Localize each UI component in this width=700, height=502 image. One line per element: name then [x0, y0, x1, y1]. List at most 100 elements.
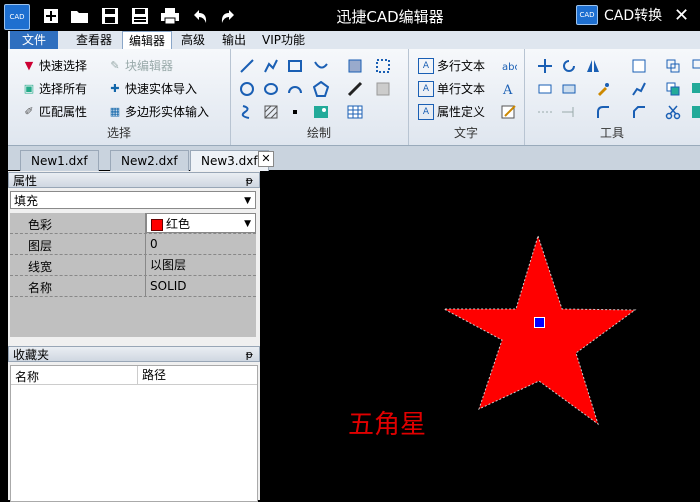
table-icon[interactable]: [346, 103, 364, 121]
property-row-name[interactable]: 名称 SOLID: [10, 276, 256, 297]
spline-icon[interactable]: [312, 57, 330, 75]
select-group-label: 选择: [106, 126, 131, 140]
property-key: 色彩: [28, 218, 53, 232]
property-key: 图层: [28, 239, 53, 253]
text-edit-icon[interactable]: A: [500, 80, 518, 98]
arc-icon[interactable]: [286, 80, 304, 98]
polyline-icon[interactable]: [262, 57, 280, 75]
chevron-down-icon: ▼: [244, 196, 251, 206]
property-row-layer[interactable]: 图层 0: [10, 234, 256, 255]
pen-icon[interactable]: [346, 80, 364, 98]
chamfer-icon[interactable]: [630, 103, 648, 121]
doc-tab-new2[interactable]: New2.dxf: [110, 150, 189, 171]
five-pointed-star[interactable]: [443, 234, 637, 426]
match-properties-button[interactable]: ✐ 匹配属性: [22, 103, 87, 121]
favorites-table-header: 名称 路径: [11, 366, 257, 385]
mtext-icon: A: [418, 58, 434, 74]
menu-bar: 文件 查看器 编辑器 高级 输出 VIP功能: [0, 31, 700, 49]
paste-icon[interactable]: [688, 103, 700, 121]
quick-entity-import-button[interactable]: ✚ 快速实体导入: [108, 80, 197, 98]
pin-icon[interactable]: ᵽ: [246, 347, 253, 363]
select-all-button[interactable]: ▣ 选择所有: [22, 80, 87, 98]
single-line-text-button[interactable]: A 单行文本: [418, 80, 485, 98]
attribute-definition-label: 属性定义: [437, 105, 486, 119]
block-editor-button[interactable]: ✎ 块编辑器: [108, 57, 173, 75]
ellipse-icon[interactable]: [262, 80, 280, 98]
svg-text:abc: abc: [502, 62, 517, 73]
layer-icon[interactable]: [630, 57, 648, 75]
tab-advanced[interactable]: 高级: [175, 31, 211, 49]
fillet-icon[interactable]: [594, 103, 612, 121]
tab-vip[interactable]: VIP功能: [256, 31, 311, 49]
tab-file[interactable]: 文件: [10, 31, 59, 49]
hatch-icon[interactable]: [262, 103, 280, 121]
favorites-table: 名称 路径: [10, 365, 258, 502]
text-pen-icon[interactable]: [500, 103, 518, 121]
property-row-lineweight[interactable]: 线宽 以图层: [10, 255, 256, 276]
object-type-value: 填充: [14, 194, 39, 208]
hatch-dropdown-icon[interactable]: [374, 80, 392, 98]
close-tab-icon[interactable]: ✕: [258, 151, 274, 167]
polygon-draw-icon[interactable]: [312, 80, 330, 98]
close-icon[interactable]: ✕: [674, 5, 689, 26]
image-icon[interactable]: [312, 103, 330, 121]
cad-convert-label: CAD转换: [604, 8, 663, 24]
offset-icon[interactable]: [664, 80, 682, 98]
move-icon[interactable]: [536, 57, 554, 75]
cut-icon[interactable]: [664, 103, 682, 121]
circle-icon[interactable]: [238, 80, 256, 98]
block-insert-icon[interactable]: [536, 80, 554, 98]
trim-icon[interactable]: [536, 103, 554, 121]
tools-group-label: 工具: [599, 126, 624, 140]
star-text[interactable]: 五角星: [348, 404, 426, 441]
text-icon: A: [418, 81, 434, 97]
color-select[interactable]: 红色 ▼: [146, 213, 256, 233]
center-grip[interactable]: [534, 317, 545, 328]
document-tabs: New1.dxf New2.dxf New3.dxf ✕: [8, 146, 700, 171]
tab-output[interactable]: 输出: [216, 31, 252, 49]
mirror-icon[interactable]: [584, 57, 602, 75]
cad-convert-button[interactable]: CAD CAD转换: [576, 5, 662, 25]
title-bar: CAD 迅捷CAD编辑器 CAD CAD转换 ✕: [0, 0, 700, 31]
polygon-entity-input-button[interactable]: ▦ 多边形实体输入: [108, 103, 209, 121]
attribute-definition-button[interactable]: A 属性定义: [418, 103, 485, 121]
column-header-path[interactable]: 路径: [137, 366, 166, 384]
block-editor-label: 块编辑器: [125, 59, 174, 73]
line-icon[interactable]: [238, 57, 256, 75]
rectangle-icon[interactable]: [286, 57, 304, 75]
tools-group: 工具: [524, 49, 700, 145]
properties-title: 属性: [13, 174, 38, 188]
revcloud-icon[interactable]: [238, 103, 256, 121]
text-group: A 多行文本 A 单行文本 A 属性定义 abc A 文字: [408, 49, 525, 145]
property-value: 以图层: [150, 258, 187, 272]
extend-icon[interactable]: [560, 103, 578, 121]
column-header-name[interactable]: 名称: [15, 368, 39, 385]
array-icon[interactable]: [688, 57, 700, 75]
region-icon[interactable]: [374, 57, 392, 75]
group-icon[interactable]: [688, 80, 700, 98]
color-value: 红色: [166, 217, 191, 231]
pin-icon[interactable]: ᵽ: [246, 173, 253, 189]
point-icon[interactable]: [286, 103, 304, 121]
svg-text:A: A: [502, 83, 513, 97]
tab-editor[interactable]: 编辑器: [122, 31, 173, 49]
explode-icon[interactable]: [630, 80, 648, 98]
copy-icon[interactable]: [664, 57, 682, 75]
doc-tab-new1[interactable]: New1.dxf: [20, 150, 99, 171]
rotate-icon[interactable]: [560, 57, 578, 75]
favorites-title: 收藏夹: [13, 348, 50, 362]
object-type-select[interactable]: 填充 ▼: [10, 191, 256, 209]
mtext-button[interactable]: A 多行文本: [418, 57, 485, 75]
block-editor-icon: ✎: [110, 59, 120, 72]
color-swatch: [151, 218, 163, 231]
color-picker-icon[interactable]: [594, 80, 612, 98]
properties-table: 色彩 红色 ▼ 图层 0 线宽 以图层 名称 SOLID: [10, 213, 256, 337]
doc-tab-new3[interactable]: New3.dxf: [190, 150, 269, 171]
quick-select-button[interactable]: ▼ 快速选择: [22, 57, 87, 75]
insert-block-icon[interactable]: [346, 57, 364, 75]
quick-entity-import-label: 快速实体导入: [125, 82, 198, 96]
text-style-icon[interactable]: abc: [500, 57, 518, 75]
window-icon[interactable]: [560, 80, 578, 98]
tab-viewer[interactable]: 查看器: [70, 31, 118, 49]
cad-convert-icon: CAD: [576, 5, 598, 25]
